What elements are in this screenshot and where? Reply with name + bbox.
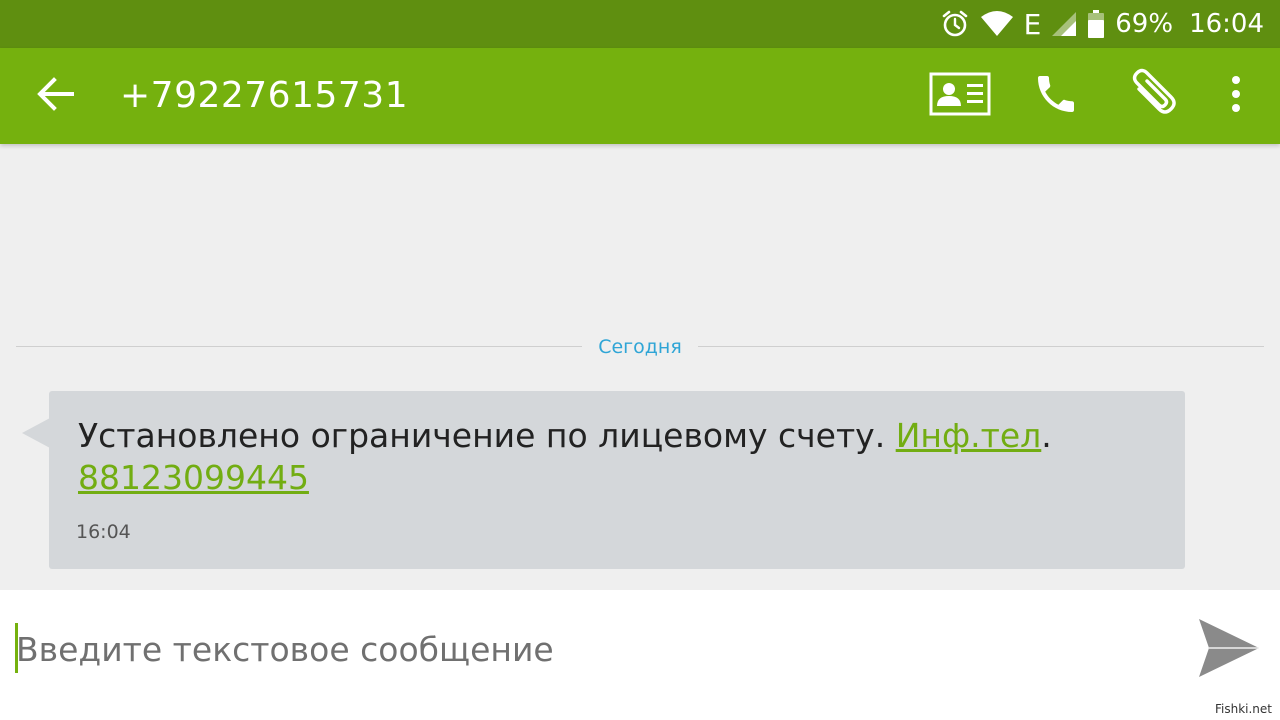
message-punct: . [1041,416,1052,455]
message-link-info[interactable]: Инф.тел [896,416,1042,455]
contact-card-icon [929,72,991,120]
status-time: 16:04 [1189,9,1264,39]
app-bar: +79227615731 [0,48,1280,144]
date-label-text: Сегодня [582,336,698,358]
more-vert-icon [1230,74,1242,118]
signal-icon [1051,11,1077,37]
message-input[interactable] [16,624,1166,674]
message-link-phone[interactable]: 88123099445 [78,458,309,497]
message-time: 16:04 [76,521,131,543]
back-button[interactable] [30,72,82,120]
bubble-tail [22,418,50,448]
composer [0,590,1280,720]
call-button[interactable] [1028,68,1084,124]
paperclip-icon [1125,67,1179,125]
message-text: Установлено ограничение по лицевому счет… [78,415,1158,499]
send-button[interactable] [1194,618,1264,682]
network-type: E [1023,7,1042,41]
back-arrow-icon [36,76,76,116]
status-bar: E 69% 16:04 [0,0,1280,48]
battery-percent: 69% [1115,9,1174,39]
send-icon [1197,617,1261,683]
date-divider: Сегодня [16,334,1264,360]
watermark: Fishki.net [1214,702,1272,716]
alarm-icon [940,9,970,39]
wifi-icon [980,11,1014,37]
contact-button[interactable] [928,68,992,124]
phone-icon [1032,70,1080,122]
date-label: Сегодня [16,336,1264,358]
message-body: Установлено ограничение по лицевому счет… [78,416,896,455]
status-icons: E 69% 16:04 [940,0,1264,48]
conversation-title: +79227615731 [120,75,409,116]
more-options-button[interactable] [1216,68,1256,124]
battery-icon [1087,10,1105,38]
attach-button[interactable] [1122,68,1182,124]
message-bubble[interactable]: Установлено ограничение по лицевому счет… [49,391,1185,569]
